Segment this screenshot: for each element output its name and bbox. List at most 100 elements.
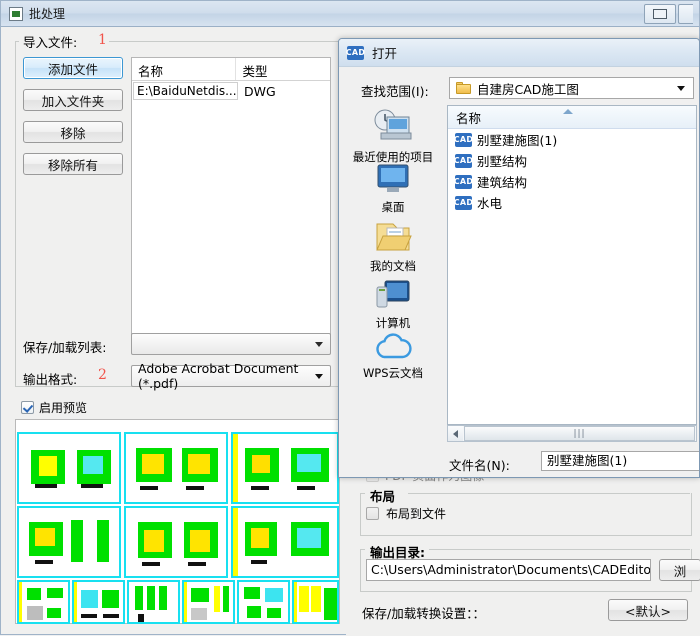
list-item-label: 别墅结构 — [477, 154, 528, 169]
batch-titlebar: 批处理 — [1, 1, 699, 27]
file-list-pane[interactable]: 名称 CAD 别墅建施图(1) CAD 别墅结构 CAD 建筑结构 CAD 水电 — [447, 105, 697, 425]
documents-icon — [376, 223, 412, 251]
place-desktop[interactable]: 桌面 — [343, 163, 443, 215]
place-recent-items[interactable]: 最近使用的项目 — [343, 107, 443, 165]
preview-thumbnail[interactable] — [292, 580, 339, 624]
desktop-icon — [377, 164, 409, 192]
preview-thumbnail[interactable] — [17, 432, 121, 504]
cell-file-path[interactable]: E:\BaiduNetdis... — [133, 82, 238, 100]
app-icon — [9, 6, 23, 21]
chevron-down-icon — [315, 373, 323, 379]
cloud-icon — [376, 333, 412, 359]
annotation-1: 1 — [98, 32, 107, 48]
column-header-name: 名称 — [456, 110, 482, 126]
conversion-options-panel: PDF 页面作为图像 布局 布局到文件 输出目录: C:\Users\Admin… — [346, 461, 700, 636]
cad-dialog-body: 查找范围(I): 自建房CAD施工图 最近使用的项目 桌面 我的文档 计算机 W… — [339, 67, 699, 477]
layout-line-right — [408, 493, 690, 494]
list-item[interactable]: CAD 别墅建施图(1) — [448, 129, 696, 150]
preview-thumbnail[interactable] — [237, 580, 290, 624]
list-item[interactable]: CAD 建筑结构 — [448, 171, 696, 192]
window-title: 批处理 — [29, 7, 66, 21]
preview-thumbnail[interactable] — [231, 432, 339, 504]
add-file-button[interactable]: 添加文件 — [23, 57, 123, 79]
cad-file-icon: CAD — [454, 195, 473, 210]
minimize-button[interactable] — [644, 3, 676, 24]
outdir-line-right — [424, 549, 690, 550]
layout-to-file-row[interactable]: 布局到文件 — [366, 505, 446, 522]
default-settings-button[interactable]: <默认> — [608, 599, 688, 621]
sort-ascending-icon — [563, 109, 573, 114]
column-header-name[interactable]: 名称 — [132, 58, 237, 80]
preview-thumbnail[interactable] — [182, 580, 235, 624]
list-item-label: 水电 — [477, 196, 503, 211]
layout-to-file-checkbox[interactable] — [366, 507, 379, 520]
place-wps-cloud[interactable]: WPS云文档 — [343, 333, 443, 381]
annotation-2: 2 — [98, 367, 107, 383]
output-directory-input[interactable]: C:\Users\Administrator\Documents\CADEdit… — [366, 559, 651, 581]
output-format-label: 输出格式: — [23, 372, 78, 387]
scroll-left-icon[interactable] — [448, 426, 463, 441]
save-load-list-combo[interactable] — [131, 333, 331, 355]
file-list-horizontal-scrollbar[interactable]: ||| — [447, 425, 697, 442]
outdir-line-left — [360, 549, 365, 550]
preview-thumbnail[interactable] — [127, 580, 180, 624]
place-label: 桌面 — [381, 200, 405, 214]
place-label: 我的文档 — [370, 259, 416, 273]
browse-button[interactable]: 浏 — [659, 559, 700, 581]
column-header-type[interactable]: 类型 — [236, 58, 330, 80]
cad-dialog-titlebar: CAD 打开 — [339, 39, 699, 67]
preview-thumbnails — [17, 432, 339, 624]
place-label: WPS云文档 — [362, 366, 424, 380]
table-row[interactable]: E:\BaiduNetdis... DWG — [132, 81, 330, 101]
imported-files-table[interactable]: 名称 类型 E:\BaiduNetdis... DWG — [131, 57, 331, 347]
place-computer[interactable]: 计算机 — [343, 277, 443, 331]
computer-icon — [376, 280, 410, 308]
output-format-value: Adobe Acrobat Document (*.pdf) — [138, 361, 299, 391]
remove-button[interactable]: 移除 — [23, 121, 123, 143]
window-controls — [644, 3, 695, 24]
cell-file-type: DWG — [244, 83, 276, 99]
file-list-header[interactable]: 名称 — [448, 106, 696, 129]
import-files-legend: 导入文件: — [19, 32, 82, 51]
layout-legend: 布局 — [366, 486, 400, 505]
chevron-down-icon — [315, 341, 323, 347]
enable-preview-row[interactable]: 启用预览 — [21, 399, 87, 416]
cad-file-icon: CAD — [454, 132, 473, 147]
cad-file-icon: CAD — [454, 174, 473, 189]
file-name-input[interactable]: 别墅建施图(1) — [541, 451, 699, 471]
place-my-documents[interactable]: 我的文档 — [343, 220, 443, 274]
cad-icon: CAD — [346, 45, 365, 60]
scrollbar-grip: ||| — [573, 428, 586, 439]
cad-open-dialog: CAD 打开 查找范围(I): 自建房CAD施工图 最近使用的项目 桌面 我的文… — [338, 38, 700, 478]
output-format-combo[interactable]: Adobe Acrobat Document (*.pdf) — [131, 361, 331, 391]
list-item-label: 别墅建施图(1) — [477, 133, 558, 148]
cad-dialog-title: 打开 — [372, 46, 398, 61]
preview-thumbnail[interactable] — [124, 432, 228, 504]
list-item-label: 建筑结构 — [477, 175, 528, 190]
place-label: 计算机 — [375, 316, 411, 330]
maximize-button[interactable] — [678, 3, 693, 24]
look-in-combo[interactable]: 自建房CAD施工图 — [449, 77, 694, 99]
enable-preview-label: 启用预览 — [39, 401, 88, 415]
enable-preview-checkbox[interactable] — [21, 401, 34, 414]
add-folder-button[interactable]: 加入文件夹 — [23, 89, 123, 111]
save-load-conversion-label: 保存/加载转换设置：： — [362, 606, 485, 621]
remove-all-button[interactable]: 移除所有 — [23, 153, 123, 175]
table-header-row: 名称 类型 — [132, 58, 330, 81]
places-bar: 最近使用的项目 桌面 我的文档 计算机 WPS云文档 — [343, 105, 443, 435]
preview-thumbnail[interactable] — [231, 506, 339, 578]
file-name-label: 文件名(N): — [449, 458, 510, 473]
preview-thumbnail[interactable] — [72, 580, 125, 624]
scrollbar-thumb[interactable]: ||| — [464, 426, 695, 441]
look-in-value: 自建房CAD施工图 — [477, 81, 579, 97]
list-item[interactable]: CAD 别墅结构 — [448, 150, 696, 171]
folder-icon — [456, 82, 471, 94]
recent-icon — [374, 109, 412, 140]
chevron-down-icon — [677, 85, 685, 91]
preview-thumbnail[interactable] — [17, 580, 70, 624]
cad-file-icon: CAD — [454, 153, 473, 168]
preview-thumbnail[interactable] — [17, 506, 121, 578]
preview-thumbnail[interactable] — [124, 506, 228, 578]
save-load-list-label: 保存/加载列表: — [23, 340, 107, 355]
list-item[interactable]: CAD 水电 — [448, 192, 696, 213]
